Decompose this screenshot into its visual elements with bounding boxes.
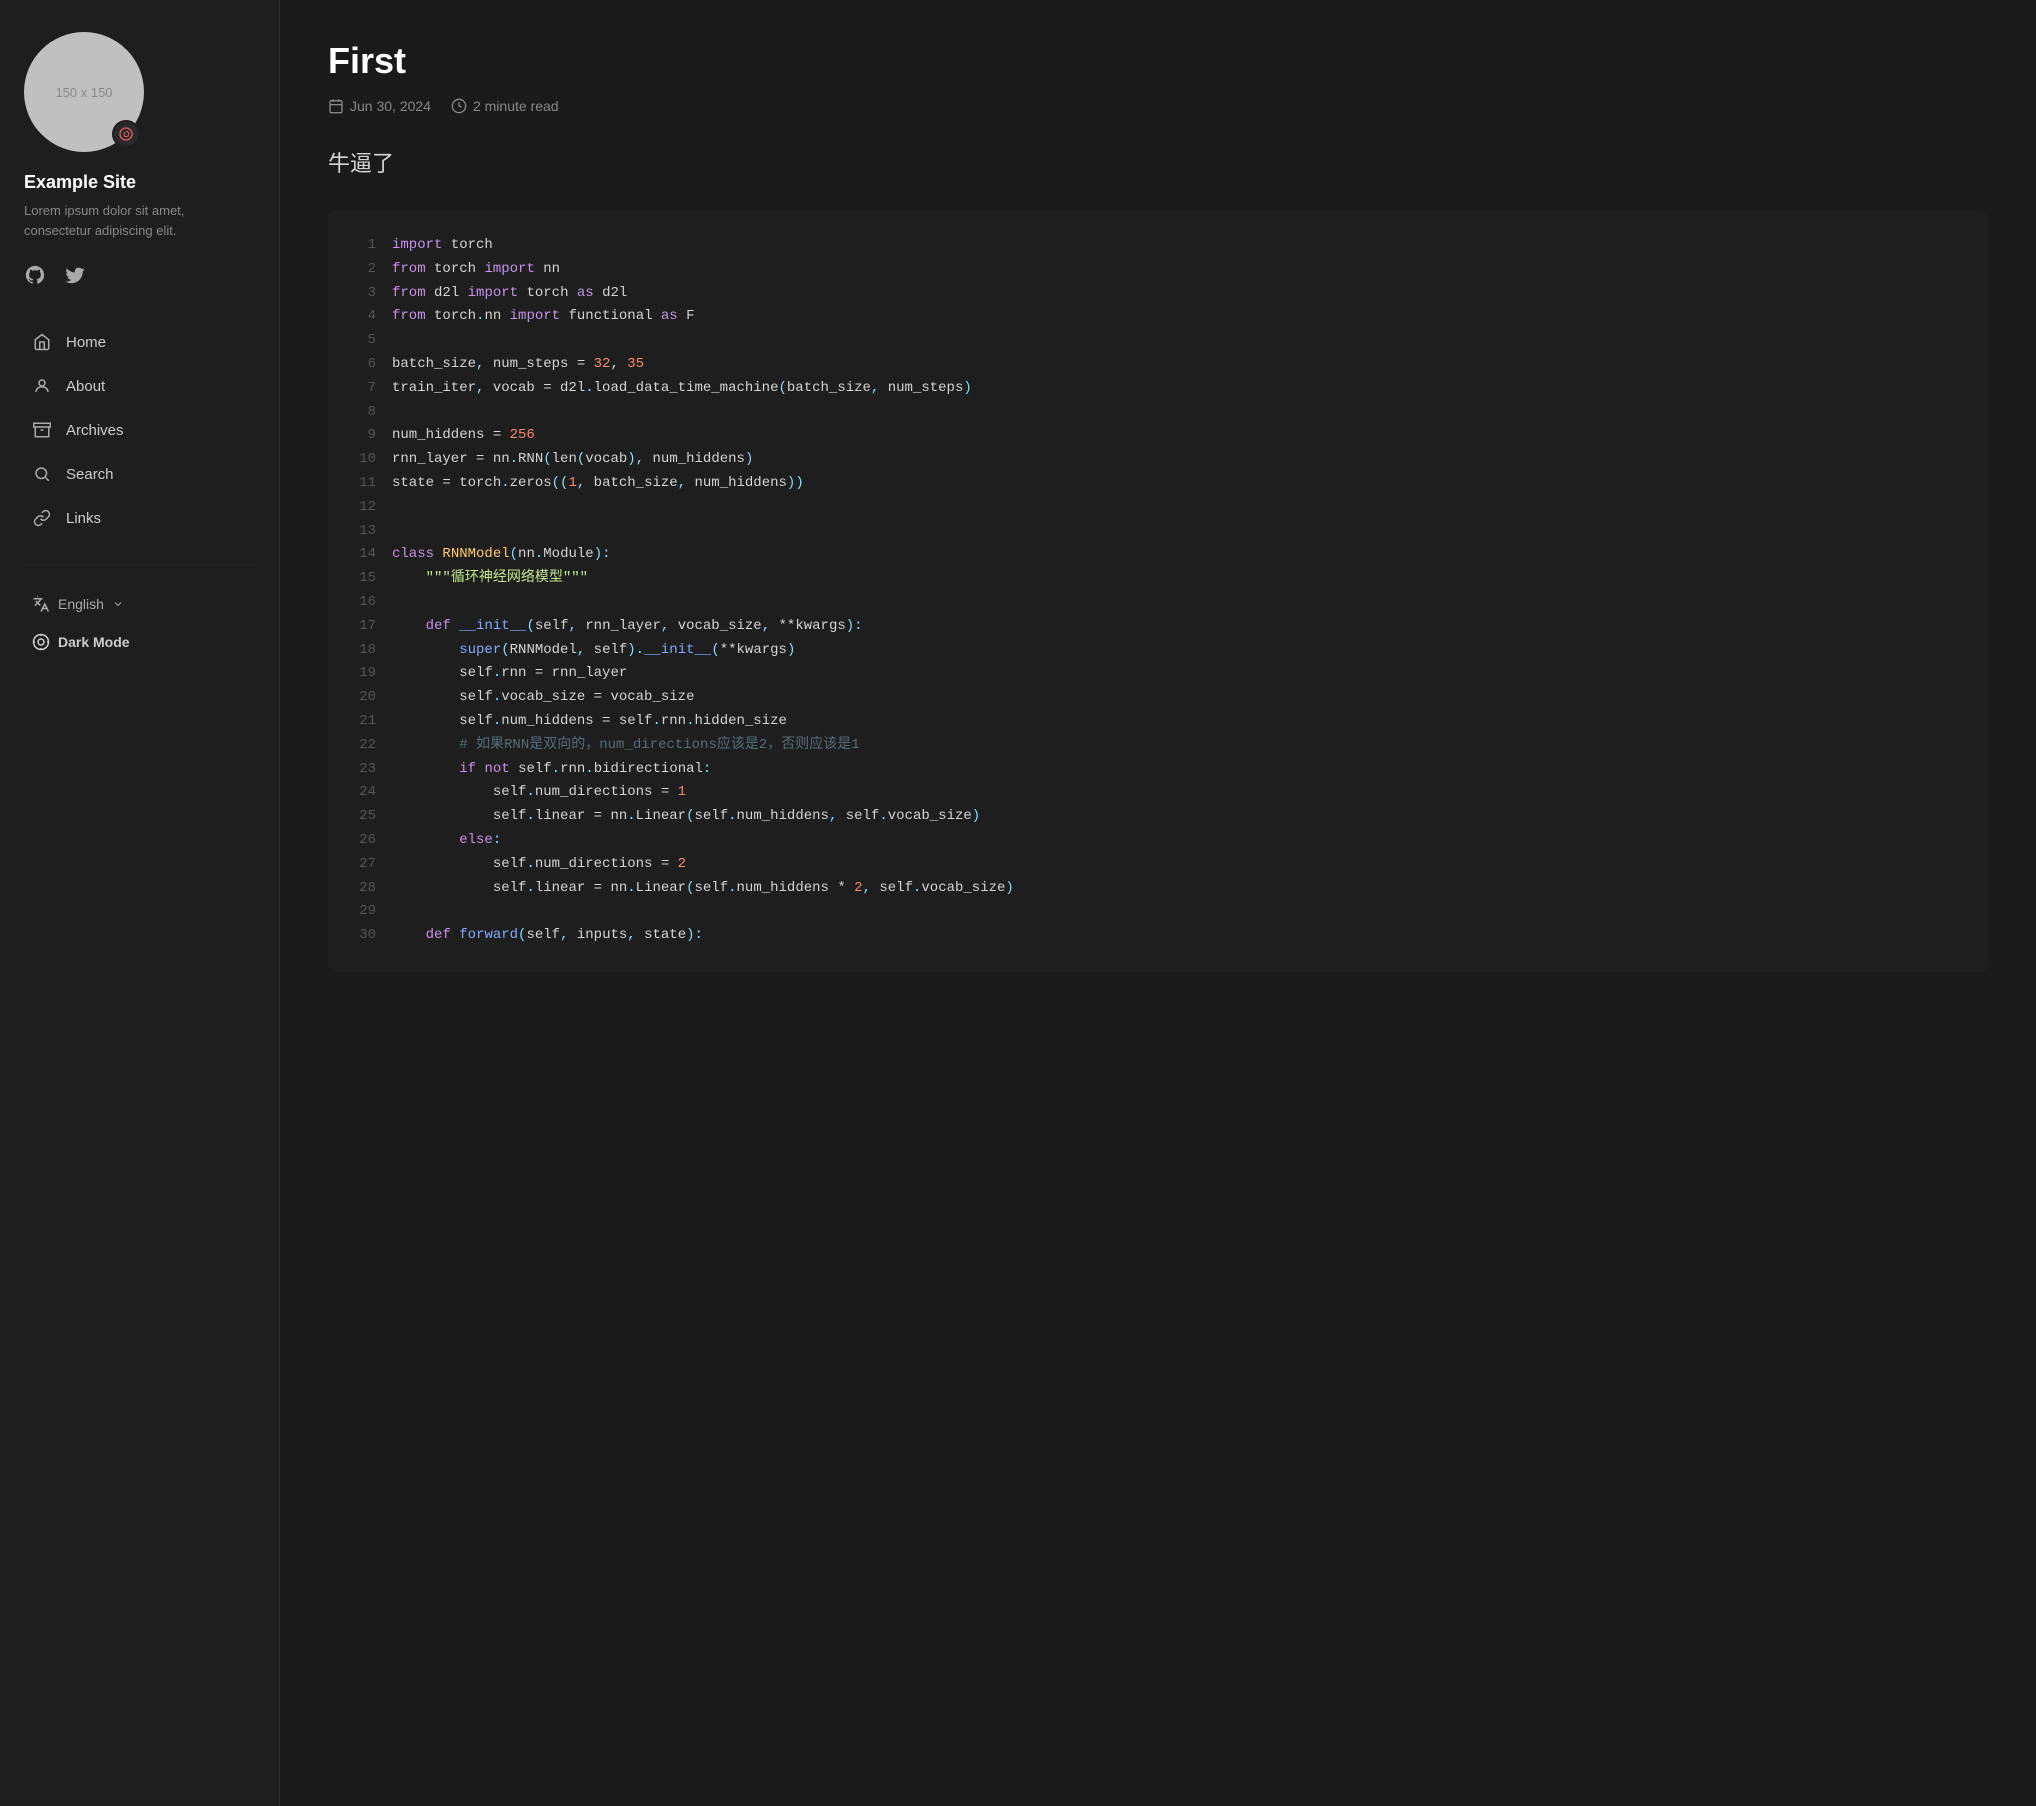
nav: Home About bbox=[24, 320, 255, 540]
post-excerpt: 牛逼了 bbox=[328, 146, 1988, 178]
code-line: 12 bbox=[352, 496, 1964, 520]
code-line: 22 # 如果RNN是双向的，num_directions应该是2，否则应该是1 bbox=[352, 734, 1964, 758]
code-line: 11state = torch.zeros((1, batch_size, nu… bbox=[352, 472, 1964, 496]
sidebar: 150 x 150 Example Site Lorem ipsum dolor… bbox=[0, 0, 280, 1806]
github-icon[interactable] bbox=[24, 264, 48, 288]
code-line: 7train_iter, vocab = d2l.load_data_time_… bbox=[352, 377, 1964, 401]
code-line: 21 self.num_hiddens = self.rnn.hidden_si… bbox=[352, 710, 1964, 734]
main-content: First Jun 30, 2024 2 minute read 牛逼了 1im… bbox=[280, 0, 2036, 1806]
person-icon bbox=[32, 376, 52, 396]
code-line: 13 bbox=[352, 520, 1964, 544]
code-line: 2from torch import nn bbox=[352, 258, 1964, 282]
chevron-down-icon bbox=[112, 598, 124, 610]
post-date-item: Jun 30, 2024 bbox=[328, 98, 431, 114]
social-icons bbox=[24, 264, 255, 288]
post-meta: Jun 30, 2024 2 minute read bbox=[328, 98, 1988, 114]
nav-item-links[interactable]: Links bbox=[24, 496, 255, 540]
code-line: 25 self.linear = nn.Linear(self.num_hidd… bbox=[352, 805, 1964, 829]
site-description: Lorem ipsum dolor sit amet, consectetur … bbox=[24, 201, 255, 240]
nav-list: Home About bbox=[24, 320, 255, 540]
code-line: 4from torch.nn import functional as F bbox=[352, 305, 1964, 329]
moon-icon bbox=[32, 633, 50, 651]
home-icon bbox=[32, 332, 52, 352]
code-line: 17 def __init__(self, rnn_layer, vocab_s… bbox=[352, 615, 1964, 639]
code-line: 14class RNNModel(nn.Module): bbox=[352, 543, 1964, 567]
avatar-label: 150 x 150 bbox=[55, 85, 112, 100]
post-date: Jun 30, 2024 bbox=[350, 98, 431, 114]
translate-icon bbox=[32, 595, 50, 613]
search-icon bbox=[32, 464, 52, 484]
code-line: 20 self.vocab_size = vocab_size bbox=[352, 686, 1964, 710]
code-line: 26 else: bbox=[352, 829, 1964, 853]
code-line: 1import torch bbox=[352, 234, 1964, 258]
code-line: 9num_hiddens = 256 bbox=[352, 424, 1964, 448]
code-line: 3from d2l import torch as d2l bbox=[352, 282, 1964, 306]
code-line: 10rnn_layer = nn.RNN(len(vocab), num_hid… bbox=[352, 448, 1964, 472]
nav-label-search: Search bbox=[66, 466, 114, 483]
code-line: 23 if not self.rnn.bidirectional: bbox=[352, 758, 1964, 782]
code-line: 28 self.linear = nn.Linear(self.num_hidd… bbox=[352, 877, 1964, 901]
nav-item-search[interactable]: Search bbox=[24, 452, 255, 496]
code-line: 8 bbox=[352, 401, 1964, 425]
sidebar-bottom: English Dark Mode bbox=[24, 564, 255, 661]
link-icon bbox=[32, 508, 52, 528]
post-readtime-item: 2 minute read bbox=[451, 98, 559, 114]
nav-label-home: Home bbox=[66, 334, 106, 351]
dark-mode-toggle[interactable]: Dark Mode bbox=[24, 623, 255, 661]
post-read-time: 2 minute read bbox=[473, 98, 559, 114]
nav-item-archives[interactable]: Archives bbox=[24, 408, 255, 452]
nav-label-links: Links bbox=[66, 510, 101, 527]
code-line: 24 self.num_directions = 1 bbox=[352, 781, 1964, 805]
code-line: 18 super(RNNModel, self).__init__(**kwar… bbox=[352, 639, 1964, 663]
calendar-icon bbox=[328, 98, 344, 114]
dark-mode-label: Dark Mode bbox=[58, 634, 130, 650]
code-line: 15 """循环神经网络模型""" bbox=[352, 567, 1964, 591]
code-block: 1import torch 2from torch import nn 3fro… bbox=[328, 210, 1988, 972]
language-label: English bbox=[58, 596, 104, 612]
code-line: 16 bbox=[352, 591, 1964, 615]
code-line: 29 bbox=[352, 900, 1964, 924]
nav-item-about[interactable]: About bbox=[24, 364, 255, 408]
twitter-icon[interactable] bbox=[64, 264, 88, 288]
clock-icon bbox=[451, 98, 467, 114]
code-line: 27 self.num_directions = 2 bbox=[352, 853, 1964, 877]
language-selector[interactable]: English bbox=[24, 585, 255, 623]
code-line: 5 bbox=[352, 329, 1964, 353]
site-title: Example Site bbox=[24, 172, 255, 193]
avatar-badge bbox=[112, 120, 140, 148]
code-line: 30 def forward(self, inputs, state): bbox=[352, 924, 1964, 948]
nav-label-about: About bbox=[66, 378, 105, 395]
nav-item-home[interactable]: Home bbox=[24, 320, 255, 364]
avatar-wrap: 150 x 150 bbox=[24, 32, 144, 152]
archive-icon bbox=[32, 420, 52, 440]
post-title: First bbox=[328, 40, 1988, 82]
code-line: 6batch_size, num_steps = 32, 35 bbox=[352, 353, 1964, 377]
nav-label-archives: Archives bbox=[66, 422, 124, 439]
spiral-icon bbox=[118, 126, 134, 142]
code-line: 19 self.rnn = rnn_layer bbox=[352, 662, 1964, 686]
